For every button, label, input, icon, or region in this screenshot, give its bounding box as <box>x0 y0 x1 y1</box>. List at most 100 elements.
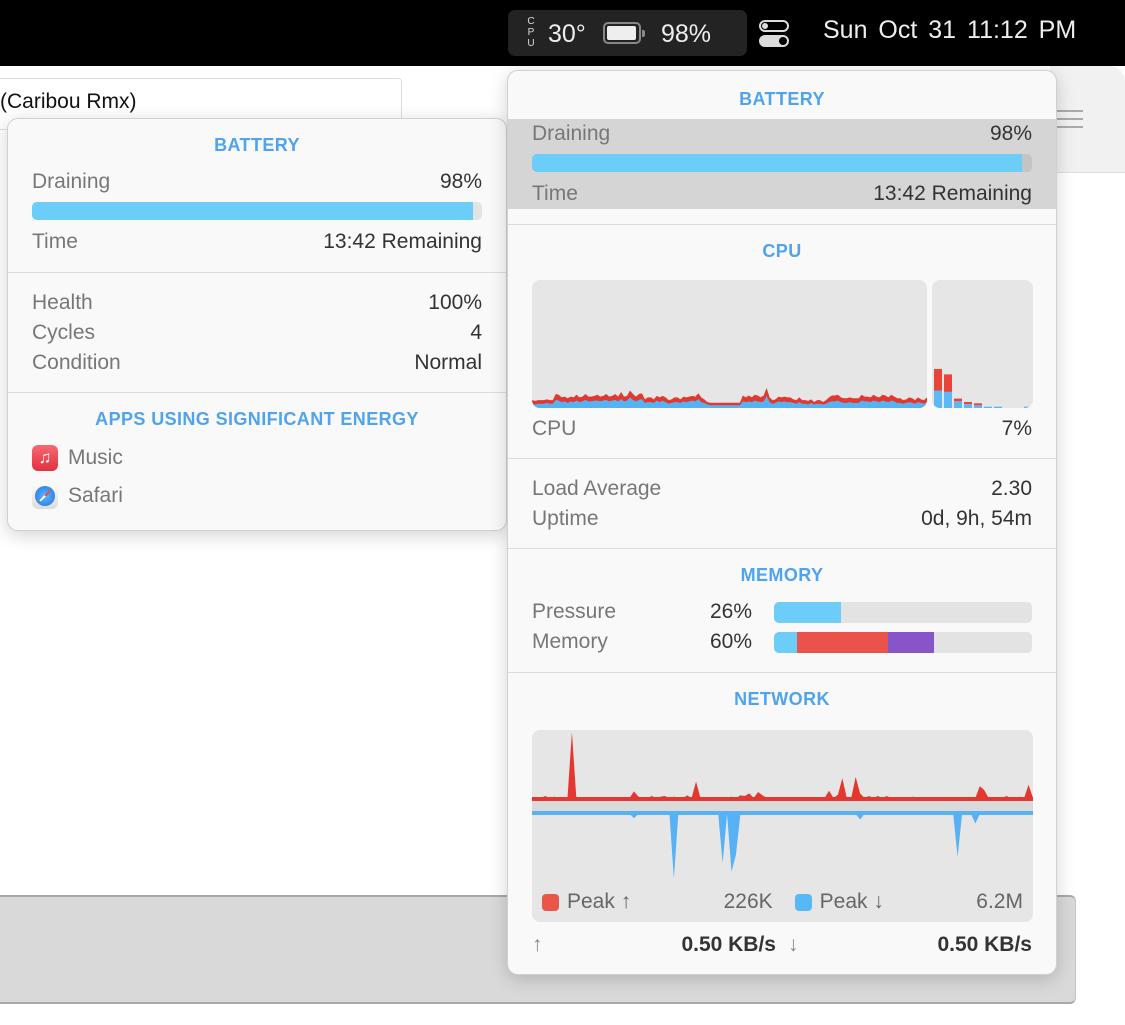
cycles-row: Cycles 4 <box>32 318 482 348</box>
cpu-core-user-bar <box>934 390 942 408</box>
upload-arrow-icon: ↑ <box>532 933 543 956</box>
app-name: Music <box>68 446 123 469</box>
state-label: Draining <box>32 170 111 193</box>
stats-battery-bar <box>532 154 1032 172</box>
health-value: 100% <box>428 291 482 314</box>
cpu-value: 7% <box>1001 417 1032 440</box>
peak-down-value: 6.2M <box>976 890 1023 913</box>
load-average-label: Load Average <box>532 477 662 500</box>
pressure-label: Pressure <box>532 600 617 623</box>
peak-down-label: Peak ↓ <box>819 890 884 913</box>
memory-section: MEMORY Pressure 26% Memory 60% <box>508 549 1056 673</box>
state-label: Draining <box>532 122 611 145</box>
cpu-core-user-bar <box>1024 406 1032 408</box>
state-value: 98% <box>439 170 482 193</box>
cpu-core-user-bar <box>984 406 992 408</box>
list-menu-icon[interactable] <box>1057 110 1083 128</box>
memory-segment-app <box>774 631 798 653</box>
battery-highlight-block[interactable]: Draining 98% Time 13:42 Remaining <box>508 119 1056 209</box>
memory-value: 60% <box>709 630 752 653</box>
memory-bar <box>774 631 1032 653</box>
network-center-band <box>532 799 1033 813</box>
cpu-label: CPU <box>532 417 577 440</box>
stats-menu-item[interactable]: CPU 30° 98% <box>508 10 747 56</box>
network-graph: Peak ↑ 226K Peak ↓ 6.2M <box>532 730 1033 922</box>
memory-row: Memory 60% <box>532 627 1032 657</box>
load-average-row: Load Average 2.30 <box>532 474 1032 504</box>
cpu-usage-row: CPU 7% <box>532 414 1032 444</box>
stats-battery-time-row: Time 13:42 Remaining <box>532 179 1032 209</box>
network-title: NETWORK <box>734 689 830 709</box>
pressure-bar <box>774 601 1032 623</box>
battery-popover: BATTERY Draining 98% Time 13:42 Remainin… <box>7 118 507 531</box>
upload-swatch <box>542 893 559 911</box>
state-value: 98% <box>989 122 1032 145</box>
memory-segment-compressed <box>887 631 934 653</box>
cpu-core-system-bar <box>974 403 982 406</box>
battery-title: BATTERY <box>214 135 300 155</box>
cpu-core-system-bar <box>944 374 952 392</box>
cpu-core-user-bar <box>994 406 1002 408</box>
now-playing-title: (Caribou Rmx) <box>0 90 137 113</box>
cpu-core-system-bar <box>964 401 972 404</box>
cpu-core-system-bar <box>954 398 962 402</box>
cpu-temperature: 30° <box>548 20 586 48</box>
cpu-core-user-bar <box>954 401 962 408</box>
cpu-section: CPU CPU 7% <box>508 225 1056 459</box>
cpu-label: CPU <box>527 16 535 49</box>
energy-apps-section: APPS USING SIGNIFICANT ENERGY ♫ Music Sa… <box>8 393 506 515</box>
control-center-icon[interactable] <box>759 20 789 48</box>
stats-battery-title: BATTERY <box>739 89 825 109</box>
network-download-area <box>532 811 1033 879</box>
battery-time-row: Time 13:42 Remaining <box>32 227 482 257</box>
menu-bar: CPU 30° 98% Sun Oct 31 11:12 PM <box>0 0 1125 66</box>
cpu-core-system-bar <box>934 369 942 391</box>
download-rate: 0.50 KB/s <box>937 933 1032 956</box>
cpu-core-user-bar <box>974 405 982 408</box>
cpu-cores-svg <box>934 369 1032 408</box>
uptime-label: Uptime <box>532 507 599 530</box>
cycles-value: 4 <box>470 321 482 344</box>
network-upload-area <box>532 732 1033 801</box>
load-section: Load Average 2.30 Uptime 0d, 9h, 54m <box>508 459 1056 549</box>
time-label: Time <box>532 182 578 205</box>
battery-state-row: Draining 98% <box>32 167 482 197</box>
condition-value: Normal <box>414 351 482 374</box>
energy-apps-title: APPS USING SIGNIFICANT ENERGY <box>95 409 419 429</box>
time-value: 13:42 Remaining <box>323 230 482 253</box>
time-label: Time <box>32 230 78 253</box>
cycles-label: Cycles <box>32 321 96 344</box>
network-download-baseline <box>532 811 1033 815</box>
menu-bar-clock[interactable]: Sun Oct 31 11:12 PM <box>823 16 1076 45</box>
condition-row: Condition Normal <box>32 348 482 378</box>
network-upload-baseline <box>532 797 1033 801</box>
battery-section: BATTERY Draining 98% Time 13:42 Remainin… <box>8 119 506 273</box>
memory-label: Memory <box>532 630 608 653</box>
cpu-core-user-bar <box>944 391 952 408</box>
memory-segment-wired <box>797 631 888 653</box>
peak-up-value: 226K <box>723 890 773 913</box>
cpu-core-user-bar <box>964 403 972 408</box>
condition-label: Condition <box>32 351 121 374</box>
time-value: 13:42 Remaining <box>873 182 1032 205</box>
memory-title: MEMORY <box>740 565 824 585</box>
pressure-row: Pressure 26% <box>532 597 1032 627</box>
load-average-value: 2.30 <box>991 477 1032 500</box>
battery-icon <box>603 22 645 44</box>
health-label: Health <box>32 291 93 314</box>
safari-app-icon <box>32 483 58 509</box>
uptime-value: 0d, 9h, 54m <box>921 507 1032 530</box>
upload-rate: 0.50 KB/s <box>681 933 776 956</box>
network-section: NETWORK Peak ↑ 226K Peak ↓ 6.2M ↑ 0.50 K… <box>508 673 1056 974</box>
health-row: Health 100% <box>32 288 482 318</box>
battery-percent: 98% <box>661 20 712 48</box>
app-item-safari[interactable]: Safari <box>32 477 482 515</box>
download-arrow-icon: ↓ <box>788 933 799 956</box>
download-swatch <box>794 893 812 911</box>
stats-popover: BATTERY Draining 98% Time 13:42 Remainin… <box>507 70 1057 975</box>
peak-up-label: Peak ↑ <box>567 890 632 913</box>
cpu-cores-graph <box>932 280 1033 408</box>
stats-battery-section: BATTERY Draining 98% Time 13:42 Remainin… <box>508 71 1056 225</box>
battery-details-section: Health 100% Cycles 4 Condition Normal <box>8 273 506 393</box>
app-item-music[interactable]: ♫ Music <box>32 439 482 477</box>
